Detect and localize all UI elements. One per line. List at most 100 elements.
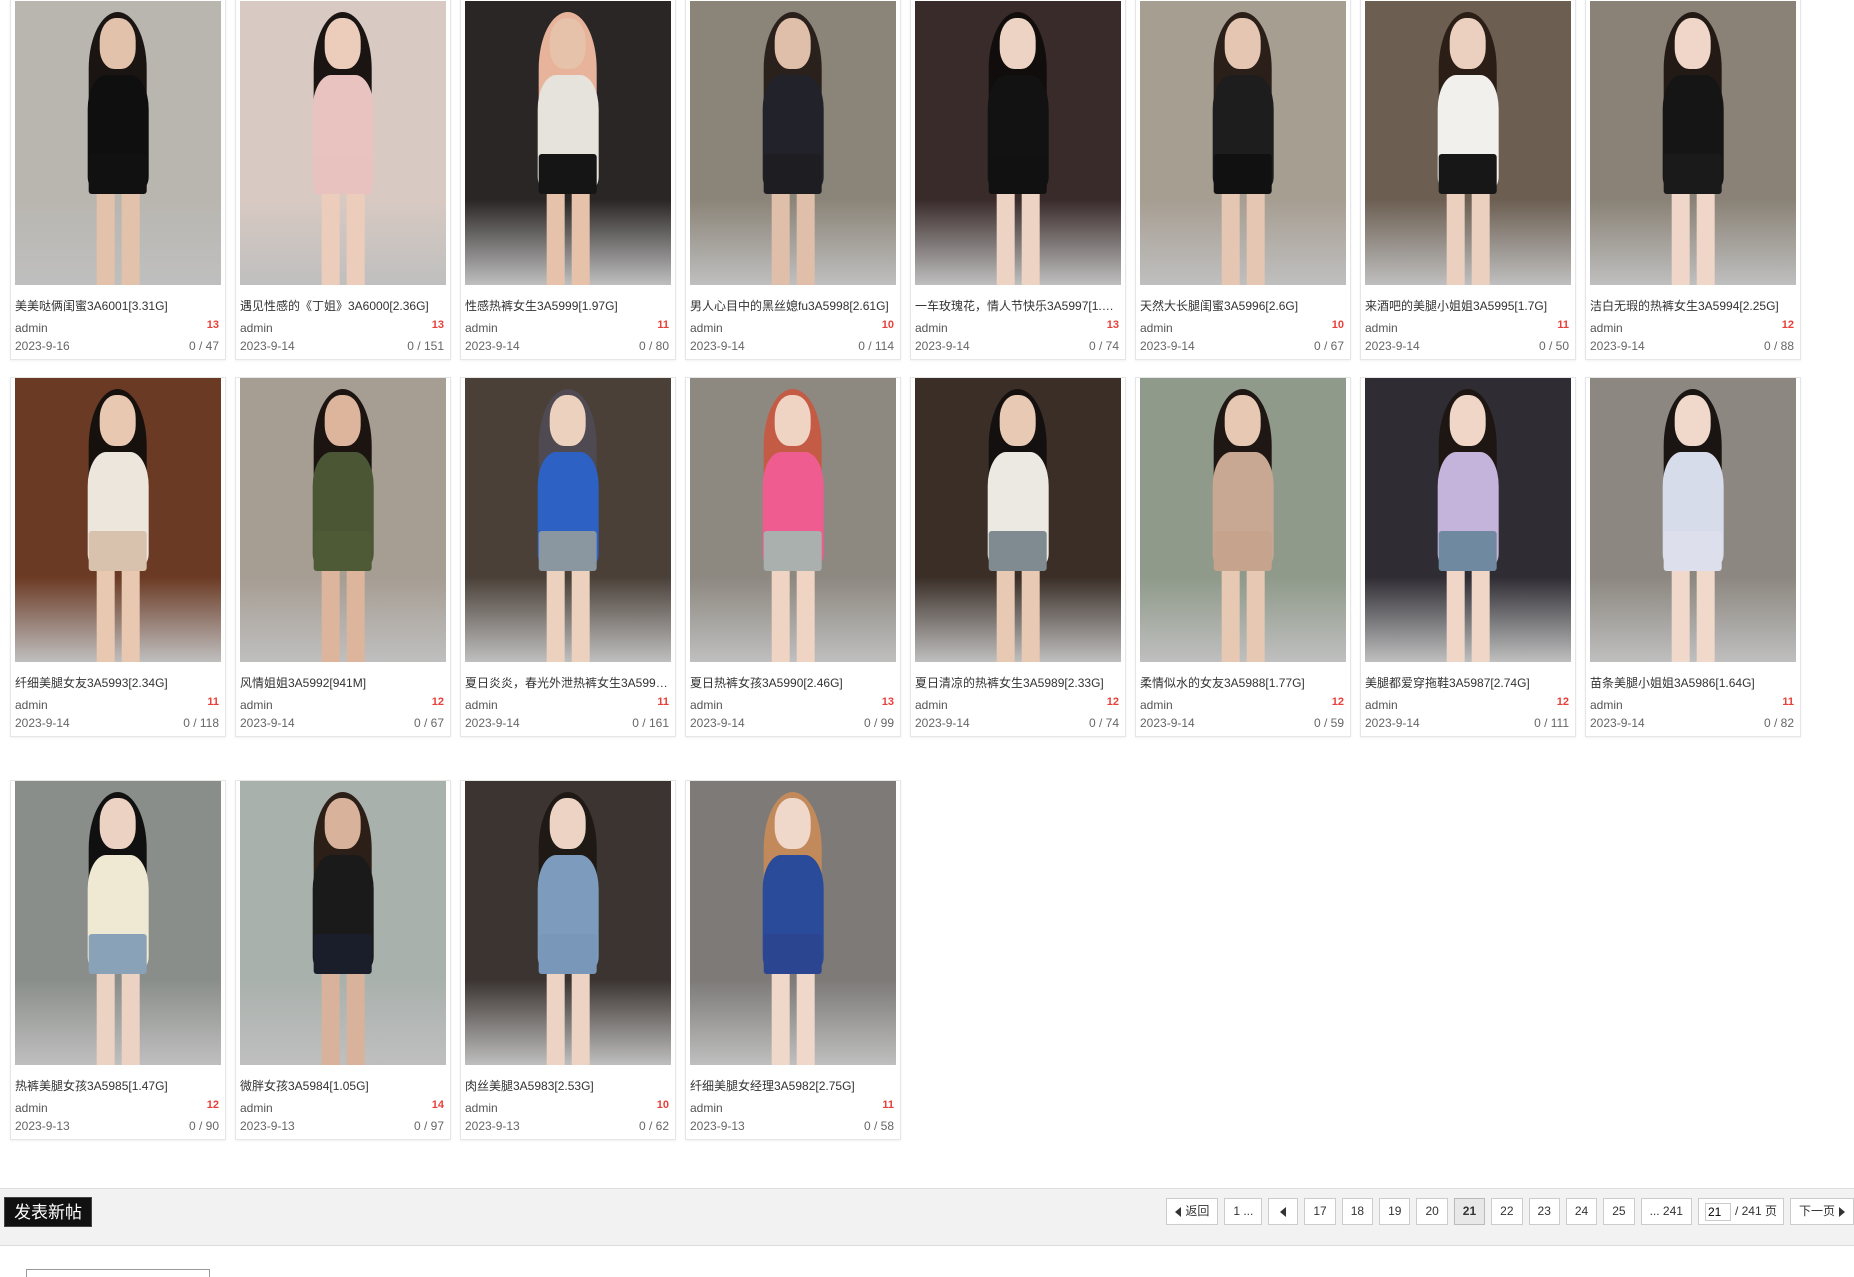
thread-title[interactable]: 苗条美腿小姐姐3A5986[1.64G] (1590, 674, 1798, 691)
thread-author[interactable]: admin (465, 321, 498, 335)
back-button[interactable]: 返回 (1166, 1198, 1219, 1225)
thread-thumbnail[interactable] (915, 1, 1121, 285)
thread-card[interactable]: 性感热裤女生3A5999[1.97G] admin 11 2023-9-14 0… (460, 0, 676, 360)
thread-card[interactable]: 来酒吧的美腿小姐姐3A5995[1.7G] admin 11 2023-9-14… (1360, 0, 1576, 360)
thread-author[interactable]: admin (465, 698, 498, 712)
thread-title[interactable]: 夏日炎炎，春光外泄热裤女生3A599… (465, 674, 673, 691)
chevron-left-icon (1280, 1206, 1287, 1217)
page-number-20[interactable]: 20 (1416, 1198, 1448, 1225)
thread-thumbnail[interactable] (240, 1, 446, 285)
thread-thumbnail[interactable] (1590, 1, 1796, 285)
thread-card[interactable]: 美腿都爱穿拖鞋3A5987[2.74G] admin 12 2023-9-14 … (1360, 377, 1576, 737)
thread-card[interactable]: 纤细美腿女经理3A5982[2.75G] admin 11 2023-9-13 … (685, 780, 901, 1140)
thread-thumbnail[interactable] (1365, 1, 1571, 285)
thread-thumbnail[interactable] (1365, 378, 1571, 662)
thread-author[interactable]: admin (1590, 698, 1623, 712)
page-number-21[interactable]: 21 (1453, 1198, 1486, 1225)
thread-card[interactable]: 男人心目中的黑丝媳fu3A5998[2.61G] admin 10 2023-9… (685, 0, 901, 360)
thread-card[interactable]: 夏日热裤女孩3A5990[2.46G] admin 13 2023-9-14 0… (685, 377, 901, 737)
thread-title[interactable]: 夏日热裤女孩3A5990[2.46G] (690, 674, 898, 691)
thread-title[interactable]: 一车玫瑰花，情人节快乐3A5997[1.… (915, 297, 1123, 314)
thread-title[interactable]: 热裤美腿女孩3A5985[1.47G] (15, 1077, 223, 1094)
thread-card[interactable]: 柔情似水的女友3A5988[1.77G] admin 12 2023-9-14 … (1135, 377, 1351, 737)
thread-card[interactable]: 纤细美腿女友3A5993[2.34G] admin 11 2023-9-14 0… (10, 377, 226, 737)
page-last[interactable]: ... 241 (1640, 1198, 1692, 1225)
thread-author[interactable]: admin (465, 1101, 498, 1115)
thread-title[interactable]: 洁白无瑕的热裤女生3A5994[2.25G] (1590, 297, 1798, 314)
thread-thumbnail[interactable] (465, 378, 671, 662)
thread-title[interactable]: 遇见性感的《丁姐》3A6000[2.36G] (240, 297, 448, 314)
thread-title[interactable]: 男人心目中的黑丝媳fu3A5998[2.61G] (690, 297, 898, 314)
thread-date: 2023-9-14 (1140, 339, 1195, 353)
thread-thumbnail[interactable] (465, 1, 671, 285)
thread-author[interactable]: admin (690, 698, 723, 712)
thread-card[interactable]: 苗条美腿小姐姐3A5986[1.64G] admin 11 2023-9-14 … (1585, 377, 1801, 737)
thread-thumbnail[interactable] (690, 1, 896, 285)
thread-author[interactable]: admin (1365, 698, 1398, 712)
thread-card[interactable]: 夏日清凉的热裤女生3A5989[2.33G] admin 12 2023-9-1… (910, 377, 1126, 737)
thread-title[interactable]: 纤细美腿女经理3A5982[2.75G] (690, 1077, 898, 1094)
thread-thumbnail[interactable] (15, 781, 221, 1065)
thread-author[interactable]: admin (1140, 321, 1173, 335)
thread-thumbnail[interactable] (690, 781, 896, 1065)
thread-author[interactable]: admin (240, 1101, 273, 1115)
thread-reply-view-stats: 0 / 67 (413, 716, 444, 730)
thread-thumbnail[interactable] (915, 378, 1121, 662)
next-page-button[interactable]: 下一页 (1789, 1198, 1854, 1225)
thread-title[interactable]: 美腿都爱穿拖鞋3A5987[2.74G] (1365, 674, 1573, 691)
thread-title[interactable]: 性感热裤女生3A5999[1.97G] (465, 297, 673, 314)
thread-card[interactable]: 一车玫瑰花，情人节快乐3A5997[1.… admin 13 2023-9-14… (910, 0, 1126, 360)
page-first[interactable]: 1 ... (1224, 1198, 1263, 1225)
thread-author[interactable]: admin (1140, 698, 1173, 712)
thread-author[interactable]: admin (690, 321, 723, 335)
thread-card[interactable]: 热裤美腿女孩3A5985[1.47G] admin 12 2023-9-13 0… (10, 780, 226, 1140)
thread-heat-count: 12 (1781, 319, 1794, 331)
thread-author[interactable]: admin (690, 1101, 723, 1115)
thread-thumbnail[interactable] (1590, 378, 1796, 662)
thread-author[interactable]: admin (915, 321, 948, 335)
thread-title[interactable]: 美美哒俩闺蜜3A6001[3.31G] (15, 297, 223, 314)
thread-title[interactable]: 柔情似水的女友3A5988[1.77G] (1140, 674, 1348, 691)
page-number-24[interactable]: 24 (1565, 1198, 1598, 1225)
thread-card[interactable]: 天然大长腿闺蜜3A5996[2.6G] admin 10 2023-9-14 0… (1135, 0, 1351, 360)
thread-thumbnail[interactable] (1140, 1, 1346, 285)
page-number-25[interactable]: 25 (1603, 1198, 1635, 1225)
thread-title[interactable]: 夏日清凉的热裤女生3A5989[2.33G] (915, 674, 1123, 691)
thread-author[interactable]: admin (240, 321, 273, 335)
thread-author[interactable]: admin (240, 698, 273, 712)
page-number-23[interactable]: 23 (1528, 1198, 1560, 1225)
thread-thumbnail[interactable] (15, 378, 221, 662)
page-number-17[interactable]: 17 (1304, 1198, 1336, 1225)
thread-card[interactable]: 风情姐姐3A5992[941M] admin 12 2023-9-14 0 / … (235, 377, 451, 737)
thread-thumbnail[interactable] (1140, 378, 1346, 662)
thread-title[interactable]: 纤细美腿女友3A5993[2.34G] (15, 674, 223, 691)
thread-title[interactable]: 风情姐姐3A5992[941M] (240, 674, 448, 691)
thread-card[interactable]: 遇见性感的《丁姐》3A6000[2.36G] admin 13 2023-9-1… (235, 0, 451, 360)
new-post-button[interactable]: 发表新帖 (4, 1197, 92, 1227)
thread-card[interactable]: 美美哒俩闺蜜3A6001[3.31G] admin 13 2023-9-16 0… (10, 0, 226, 360)
thread-thumbnail[interactable] (15, 1, 221, 285)
prev-page-button[interactable] (1268, 1198, 1299, 1225)
thread-title[interactable]: 微胖女孩3A5984[1.05G] (240, 1077, 448, 1094)
thread-card[interactable]: 肉丝美腿3A5983[2.53G] admin 10 2023-9-13 0 /… (460, 780, 676, 1140)
thread-thumbnail[interactable] (690, 378, 896, 662)
thread-author[interactable]: admin (15, 698, 48, 712)
thread-author[interactable]: admin (915, 698, 948, 712)
thread-title[interactable]: 天然大长腿闺蜜3A5996[2.6G] (1140, 297, 1348, 314)
thread-card[interactable]: 夏日炎炎，春光外泄热裤女生3A599… admin 11 2023-9-14 0… (460, 377, 676, 737)
thread-title[interactable]: 肉丝美腿3A5983[2.53G] (465, 1077, 673, 1094)
page-jump-input[interactable] (1704, 1202, 1731, 1221)
thread-thumbnail[interactable] (465, 781, 671, 1065)
page-number-19[interactable]: 19 (1379, 1198, 1411, 1225)
thread-card[interactable]: 微胖女孩3A5984[1.05G] admin 14 2023-9-13 0 /… (235, 780, 451, 1140)
page-number-18[interactable]: 18 (1341, 1198, 1374, 1225)
thread-thumbnail[interactable] (240, 378, 446, 662)
thread-title[interactable]: 来酒吧的美腿小姐姐3A5995[1.7G] (1365, 297, 1573, 314)
thread-author[interactable]: admin (1365, 321, 1398, 335)
page-number-22[interactable]: 22 (1491, 1198, 1523, 1225)
thread-author[interactable]: admin (15, 321, 48, 335)
thread-author[interactable]: admin (1590, 321, 1623, 335)
thread-thumbnail[interactable] (240, 781, 446, 1065)
thread-card[interactable]: 洁白无瑕的热裤女生3A5994[2.25G] admin 12 2023-9-1… (1585, 0, 1801, 360)
thread-author[interactable]: admin (15, 1101, 48, 1115)
